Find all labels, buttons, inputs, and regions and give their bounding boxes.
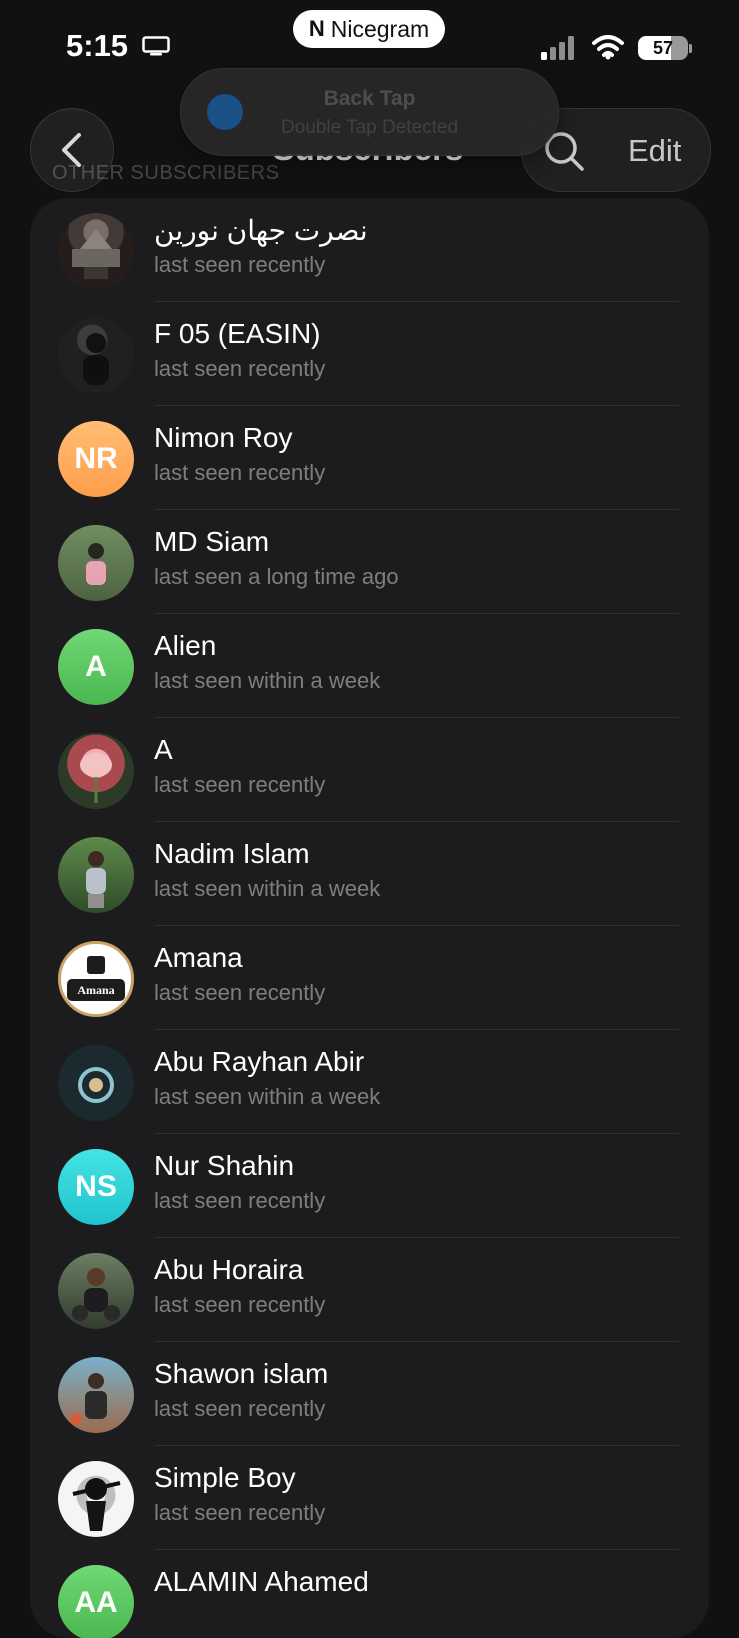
avatar xyxy=(58,837,134,913)
subscriber-name: Abu Horaira xyxy=(154,1254,304,1285)
avatar xyxy=(58,213,134,289)
subscriber-row[interactable]: Shawon islam last seen recently xyxy=(30,1342,709,1446)
person-photo-icon xyxy=(83,333,109,385)
avatar xyxy=(58,733,134,809)
dynamic-island-label: Nicegram xyxy=(330,15,430,42)
edit-button[interactable]: Edit xyxy=(628,133,681,169)
subscriber-row[interactable]: NR Nimon Roy last seen recently xyxy=(30,406,709,510)
subscriber-name: A xyxy=(154,734,173,765)
subscriber-status: last seen within a week xyxy=(154,668,381,693)
nicegram-logo-icon: N xyxy=(308,16,325,41)
anime-character-photo-icon xyxy=(72,1478,121,1531)
screen-mirroring-icon xyxy=(142,36,170,56)
subscriber-name: Nimon Roy xyxy=(154,422,293,453)
subscriber-row[interactable]: Simple Boy last seen recently xyxy=(30,1446,709,1550)
subscriber-status: last seen a long time ago xyxy=(154,564,399,589)
subscriber-status: last seen within a week xyxy=(154,1084,381,1109)
svg-text:Amana: Amana xyxy=(77,983,114,997)
person-photo-icon xyxy=(70,1373,107,1425)
avatar xyxy=(58,317,134,393)
person-photo-icon xyxy=(72,1268,120,1321)
subscriber-name: Abu Rayhan Abir xyxy=(154,1046,365,1077)
toast-title: Back Tap xyxy=(323,87,416,110)
avatar: NS xyxy=(58,1149,134,1225)
subscriber-row[interactable]: Abu Horaira last seen recently xyxy=(30,1238,709,1342)
subscriber-row[interactable]: نصرت جهان نورین last seen recently xyxy=(30,198,709,302)
subscriber-row[interactable]: A last seen recently xyxy=(30,718,709,822)
avatar xyxy=(58,1461,134,1537)
building-photo-icon xyxy=(72,229,120,279)
subscriber-name: Amana xyxy=(154,942,243,973)
subscriber-row[interactable]: Abu Rayhan Abir last seen within a week xyxy=(30,1030,709,1134)
emblem-photo-icon xyxy=(78,1067,114,1103)
subscriber-row[interactable]: A Alien last seen within a week xyxy=(30,614,709,718)
battery-cap-icon xyxy=(689,44,692,53)
subscriber-status: last seen recently xyxy=(154,1292,326,1317)
avatar: AA xyxy=(58,1565,134,1638)
back-tap-toast: Back Tap Double Tap Detected xyxy=(180,68,559,156)
subscriber-row[interactable]: AA ALAMIN Ahamed xyxy=(30,1550,709,1638)
amana-logo-icon: Amana xyxy=(67,956,125,1001)
avatar xyxy=(58,1253,134,1329)
toast-subtitle: Double Tap Detected xyxy=(280,117,459,138)
subscriber-status: last seen recently xyxy=(154,1188,326,1213)
battery-level: 57 xyxy=(652,37,674,58)
person-photo-icon xyxy=(86,543,106,585)
subscriber-status: last seen recently xyxy=(154,1396,326,1421)
avatar xyxy=(58,1357,134,1433)
subscriber-status: last seen recently xyxy=(154,980,326,1005)
subscriber-name: F 05 (EASIN) xyxy=(154,318,321,349)
subscriber-name: MD Siam xyxy=(154,526,270,557)
avatar-initials: AA xyxy=(74,1586,118,1619)
subscriber-row[interactable]: MD Siam last seen a long time ago xyxy=(30,510,709,614)
subscriber-status: last seen within a week xyxy=(154,876,381,901)
battery-icon: 57 xyxy=(638,36,688,60)
avatar: NR xyxy=(58,421,134,497)
subscriber-status: last seen recently xyxy=(154,356,326,381)
subscriber-list: نصرت جهان نورین last seen recently F 05 … xyxy=(30,198,709,1638)
subscriber-name: Nadim Islam xyxy=(154,838,310,869)
avatar xyxy=(58,1045,134,1121)
wifi-icon xyxy=(592,35,624,60)
avatar-initials: NS xyxy=(75,1170,117,1203)
subscriber-name: Simple Boy xyxy=(154,1462,296,1493)
cellular-signal-icon xyxy=(541,36,574,60)
status-time: 5:15 xyxy=(66,28,129,63)
subscriber-status: last seen recently xyxy=(154,460,326,485)
dynamic-island-pill: N Nicegram xyxy=(293,10,445,48)
subscriber-status: last seen recently xyxy=(154,252,326,277)
subscriber-status: last seen recently xyxy=(154,772,326,797)
subscriber-row[interactable]: NS Nur Shahin last seen recently xyxy=(30,1134,709,1238)
subscriber-name: Alien xyxy=(154,630,217,661)
avatar-initials: NR xyxy=(74,442,118,475)
subscriber-name: Shawon islam xyxy=(154,1358,329,1389)
subscriber-name: نصرت جهان نورین xyxy=(154,215,368,246)
avatar xyxy=(58,525,134,601)
person-photo-icon xyxy=(86,851,106,908)
avatar-initials: A xyxy=(85,650,107,683)
avatar: Amana xyxy=(58,941,134,1017)
subscriber-row[interactable]: F 05 (EASIN) last seen recently xyxy=(30,302,709,406)
avatar: A xyxy=(58,629,134,705)
section-header: OTHER SUBSCRIBERS xyxy=(52,162,280,184)
rose-photo-icon xyxy=(80,753,112,803)
subscriber-row[interactable]: Nadim Islam last seen within a week xyxy=(30,822,709,926)
subscriber-name: Nur Shahin xyxy=(154,1150,295,1181)
subscriber-row[interactable]: Amana Amana last seen recently xyxy=(30,926,709,1030)
subscriber-status: last seen recently xyxy=(154,1500,326,1525)
subscriber-name: ALAMIN Ahamed xyxy=(154,1566,369,1597)
